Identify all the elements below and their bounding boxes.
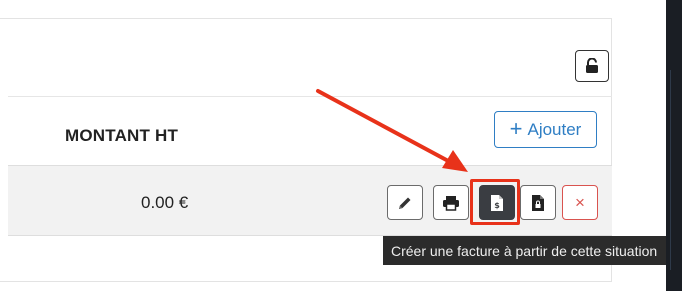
tooltip: Créer une facture à partir de cette situ… (383, 236, 682, 265)
tooltip-text: Créer une facture à partir de cette situ… (391, 242, 658, 259)
window-edge (666, 0, 682, 291)
edge-line (670, 70, 671, 270)
